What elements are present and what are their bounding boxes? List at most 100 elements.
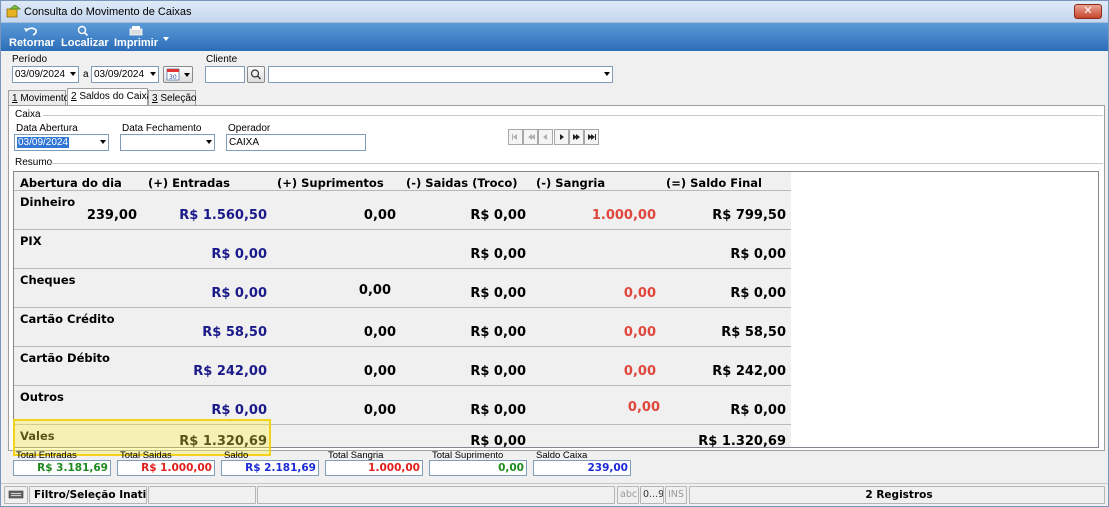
chevron-down-icon [100, 140, 106, 144]
data-fechamento-field[interactable] [120, 134, 215, 151]
total-suprimento-field: 0,00 [429, 460, 527, 476]
data-abertura-field[interactable]: 03/09/2024 [14, 134, 109, 151]
tab-selecao[interactable]: 3 Seleção [148, 90, 196, 106]
cell-saldo: R$ 0,00 [730, 286, 786, 301]
chevron-down-icon [150, 72, 156, 76]
header-sangria: (-) Sangria [536, 176, 606, 190]
imprimir-button[interactable]: Imprimir [113, 25, 159, 49]
cell-suprimentos: 0,00 [358, 283, 391, 298]
header-saidas: (-) Saidas (Troco) [406, 176, 518, 190]
chevron-down-icon [70, 72, 76, 76]
close-icon: ✕ [1083, 5, 1093, 17]
table-row[interactable]: Dinheiro 239,00 R$ 1.560,50 0,00 R$ 0,00… [14, 191, 791, 230]
navigator-buttons-icon [508, 129, 599, 145]
cell-entradas: R$ 0,00 [211, 403, 267, 418]
cell-saldo: R$ 58,50 [721, 325, 786, 340]
header-abertura: Abertura do dia [20, 176, 122, 190]
header-suprimentos: (+) Suprimentos [277, 176, 384, 190]
saldo-field: R$ 2.181,69 [221, 460, 319, 476]
table-row[interactable]: Cartão Débito R$ 242,00 0,00 R$ 0,00 0,0… [14, 347, 791, 386]
cell-saldo: R$ 799,50 [712, 208, 786, 223]
row-label: Dinheiro [20, 195, 76, 209]
row-label: Cartão Crédito [20, 312, 115, 326]
resumo-grid-body: Abertura do dia (+) Entradas (+) Suprime… [14, 172, 791, 448]
totals-bar: Total Entradas R$ 3.181,69 Total Saidas … [1, 450, 1108, 480]
cell-sangria: 0,00 [623, 364, 656, 379]
cell-entradas: R$ 242,00 [193, 364, 267, 379]
cell-sangria: 0,00 [627, 400, 660, 415]
calendar-button[interactable]: 30 [163, 66, 193, 83]
app-icon [6, 5, 21, 18]
cell-saidas: R$ 0,00 [470, 286, 526, 301]
header-saldo-final: (=) Saldo Final [666, 176, 762, 190]
tab-saldos-do-caixa[interactable]: 2 Saldos do Caixa [67, 88, 152, 106]
cell-saldo: R$ 0,00 [730, 403, 786, 418]
svg-text:30: 30 [169, 74, 177, 81]
caixa-group-divider [43, 115, 1103, 116]
tab-movimento[interactable]: 1 Movimento [8, 90, 69, 106]
abc-indicator: abc [617, 486, 639, 504]
cell-suprimentos: 0,00 [363, 364, 396, 379]
total-saidas-field: R$ 1.000,00 [117, 460, 215, 476]
row-label: PIX [20, 234, 42, 248]
chevron-down-icon [604, 72, 610, 76]
title-bar: Consulta do Movimento de Caixas ✕ [1, 1, 1108, 23]
cell-sangria: 0,00 [623, 286, 656, 301]
close-button[interactable]: ✕ [1074, 4, 1102, 19]
cliente-search-button[interactable] [247, 66, 265, 83]
total-entradas-field: R$ 3.181,69 [13, 460, 111, 476]
cell-suprimentos: 0,00 [363, 208, 396, 223]
resumo-grid: Abertura do dia (+) Entradas (+) Suprime… [13, 171, 1099, 448]
status-panel-empty-1 [148, 486, 256, 504]
ins-indicator: INS [665, 486, 687, 504]
total-sangria-field: 1.000,00 [325, 460, 423, 476]
toolbar: Retornar Localizar Imprimir [1, 23, 1108, 51]
row-label: Cheques [20, 273, 76, 287]
imprimir-dropdown-icon[interactable] [163, 37, 169, 41]
cell-sangria: 0,00 [623, 325, 656, 340]
table-row[interactable]: Cheques R$ 0,00 0,00 R$ 0,00 0,00 R$ 0,0… [14, 269, 791, 308]
filtro-status: Filtro/Seleção Inativo(s) [29, 486, 147, 504]
registros-count: 2 Registros [689, 486, 1105, 504]
keyboard-icon [8, 490, 24, 499]
cell-suprimentos: 0,00 [363, 325, 396, 340]
date-from-field[interactable]: 03/09/2024 [12, 66, 79, 83]
search-icon [250, 69, 261, 80]
localizar-button[interactable]: Localizar [61, 25, 109, 49]
resumo-group-divider [51, 163, 1103, 164]
printer-icon [129, 26, 143, 36]
cell-saldo: R$ 0,00 [730, 247, 786, 262]
table-row[interactable]: PIX R$ 0,00 R$ 0,00 R$ 0,00 [14, 230, 791, 269]
search-icon [77, 25, 89, 37]
keyboard-panel[interactable] [4, 486, 28, 504]
calendar-icon: 30 [166, 68, 190, 81]
header-entradas: (+) Entradas [148, 176, 230, 190]
table-row[interactable]: Cartão Crédito R$ 58,50 0,00 R$ 0,00 0,0… [14, 308, 791, 347]
cell-saidas: R$ 0,00 [470, 247, 526, 262]
cell-suprimentos: 0,00 [363, 403, 396, 418]
grid-header: Abertura do dia (+) Entradas (+) Suprime… [14, 172, 791, 191]
cell-entradas: R$ 58,50 [202, 325, 267, 340]
retornar-button[interactable]: Retornar [9, 25, 55, 49]
cell-saidas: R$ 0,00 [470, 325, 526, 340]
data-fechamento-label: Data Fechamento [122, 123, 202, 134]
cell-saidas: R$ 0,00 [470, 403, 526, 418]
cell-sangria: 1.000,00 [591, 208, 656, 223]
digits-indicator: 0...9 [640, 486, 664, 504]
operador-field[interactable]: CAIXA [226, 134, 366, 151]
undo-icon [24, 27, 37, 36]
date-to-field[interactable]: 03/09/2024 [91, 66, 159, 83]
chevron-down-icon [206, 140, 212, 144]
data-abertura-label: Data Abertura [16, 123, 78, 134]
cell-saidas: R$ 0,00 [470, 434, 526, 448]
cell-entradas: R$ 0,00 [211, 247, 267, 262]
cliente-name-field[interactable] [268, 66, 613, 83]
cliente-code-field[interactable] [205, 66, 245, 83]
cell-saidas: R$ 0,00 [470, 364, 526, 379]
cell-saldo: R$ 1.320,69 [698, 434, 786, 448]
cell-entradas: R$ 1.560,50 [179, 208, 267, 223]
cell-saldo: R$ 242,00 [712, 364, 786, 379]
cell-abertura: 239,00 [86, 208, 137, 223]
window-title: Consulta do Movimento de Caixas [24, 6, 192, 18]
cell-entradas: R$ 0,00 [211, 286, 267, 301]
